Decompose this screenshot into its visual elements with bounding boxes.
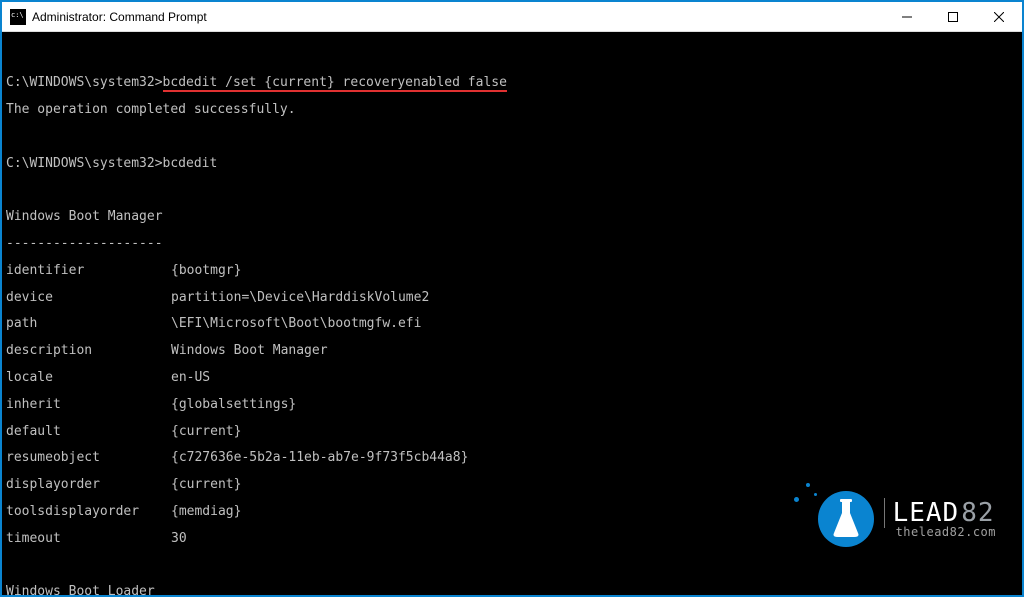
value: {globalsettings} (171, 398, 1022, 411)
section-heading: Windows Boot Loader (6, 585, 1022, 595)
key: identifier (6, 264, 171, 277)
value: \EFI\Microsoft\Boot\bootmgfw.efi (171, 317, 1022, 330)
output-row: displayorder{current} (6, 478, 1022, 491)
output-row: inherit{globalsettings} (6, 398, 1022, 411)
output-row: default{current} (6, 425, 1022, 438)
output-row: timeout30 (6, 532, 1022, 545)
key: locale (6, 371, 171, 384)
value: {bootmgr} (171, 264, 1022, 277)
value: partition=\Device\HarddiskVolume2 (171, 291, 1022, 304)
value: {current} (171, 478, 1022, 491)
prompt-text: C:\WINDOWS\system32> (6, 75, 163, 90)
maximize-button[interactable] (930, 2, 976, 32)
output-line (6, 559, 1022, 572)
cmd-icon (10, 9, 26, 25)
output-row: identifier{bootmgr} (6, 264, 1022, 277)
value: 30 (171, 532, 1022, 545)
value: {current} (171, 425, 1022, 438)
value: Windows Boot Manager (171, 344, 1022, 357)
section-divider: -------------------- (6, 237, 1022, 250)
output-line: C:\WINDOWS\system32>bcdedit (6, 157, 1022, 170)
key: description (6, 344, 171, 357)
minimize-button[interactable] (884, 2, 930, 32)
highlighted-command: bcdedit /set {current} recoveryenabled f… (163, 76, 507, 91)
close-button[interactable] (976, 2, 1022, 32)
window-title: Administrator: Command Prompt (32, 10, 207, 24)
output-line (6, 130, 1022, 143)
key: path (6, 317, 171, 330)
output-row: localeen-US (6, 371, 1022, 384)
key: device (6, 291, 171, 304)
output-row: toolsdisplayorder{memdiag} (6, 505, 1022, 518)
output-line: The operation completed successfully. (6, 103, 1022, 116)
output-line (6, 183, 1022, 196)
titlebar[interactable]: Administrator: Command Prompt (2, 2, 1022, 32)
output-line (6, 49, 1022, 62)
key: displayorder (6, 478, 171, 491)
key: resumeobject (6, 451, 171, 464)
section-heading: Windows Boot Manager (6, 210, 1022, 223)
value: {c727636e-5b2a-11eb-ab7e-9f73f5cb44a8} (171, 451, 1022, 464)
output-line: C:\WINDOWS\system32>bcdedit /set {curren… (6, 76, 1022, 89)
terminal-output[interactable]: C:\WINDOWS\system32>bcdedit /set {curren… (2, 32, 1022, 595)
key: default (6, 425, 171, 438)
key: inherit (6, 398, 171, 411)
command-prompt-window: Administrator: Command Prompt C:\WINDOWS… (2, 2, 1022, 595)
output-row: devicepartition=\Device\HarddiskVolume2 (6, 291, 1022, 304)
value: en-US (171, 371, 1022, 384)
output-row: path\EFI\Microsoft\Boot\bootmgfw.efi (6, 317, 1022, 330)
output-row: resumeobject{c727636e-5b2a-11eb-ab7e-9f7… (6, 451, 1022, 464)
key: toolsdisplayorder (6, 505, 171, 518)
output-row: descriptionWindows Boot Manager (6, 344, 1022, 357)
key: timeout (6, 532, 171, 545)
value: {memdiag} (171, 505, 1022, 518)
